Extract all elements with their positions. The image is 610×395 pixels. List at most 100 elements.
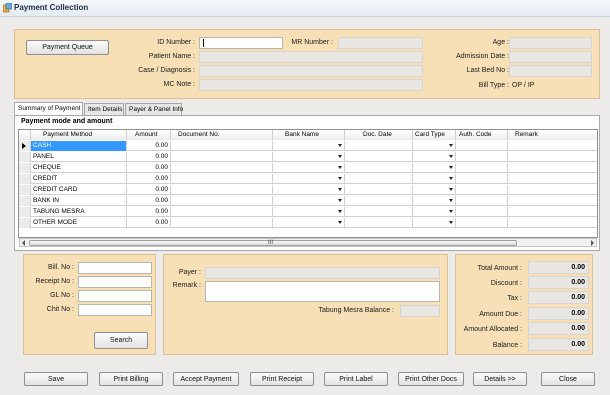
auth-code-cell[interactable] [456,141,508,151]
case-diagnosis-input[interactable] [199,65,423,77]
mc-note-input[interactable] [199,79,423,91]
dropdown-arrow-icon[interactable] [449,177,453,180]
bank-name-cell[interactable] [273,207,345,217]
bank-name-cell[interactable] [273,174,345,184]
doc-date-cell[interactable] [345,218,413,228]
document-no-cell[interactable] [171,185,273,195]
payment-method-cell[interactable]: PANEL [31,152,127,162]
print-receipt-button[interactable]: Print Receipt [250,372,314,386]
dropdown-arrow-icon[interactable] [338,155,342,158]
card-type-cell[interactable] [413,218,456,228]
table-row[interactable]: OTHER MODE 0.00 [19,218,597,228]
document-no-cell[interactable] [171,218,273,228]
amount-cell[interactable]: 0.00 [127,207,171,217]
doc-date-cell[interactable] [345,185,413,195]
col-document-no[interactable]: Document No. [171,130,273,140]
card-type-cell[interactable] [413,196,456,206]
bill-no-input[interactable] [78,262,152,274]
details-button[interactable]: Details >> [473,372,527,386]
doc-date-cell[interactable] [345,152,413,162]
payment-method-cell[interactable]: BANK IN [31,196,127,206]
remark-cell[interactable] [508,141,597,151]
mr-number-input[interactable] [338,37,423,49]
table-row[interactable]: BANK IN 0.00 [19,196,597,206]
accept-payment-button[interactable]: Accept Payment [173,372,239,386]
bank-name-cell[interactable] [273,163,345,173]
remark-cell[interactable] [508,185,597,195]
doc-date-cell[interactable] [345,207,413,217]
search-button[interactable]: Search [94,332,148,349]
card-type-cell[interactable] [413,152,456,162]
tabung-mesra-balance-input[interactable] [400,305,440,317]
col-amount[interactable]: Amount [127,130,171,140]
dropdown-arrow-icon[interactable] [449,166,453,169]
bank-name-cell[interactable] [273,218,345,228]
scroll-left-icon[interactable] [22,240,25,246]
scroll-right-icon[interactable] [591,240,594,246]
card-type-cell[interactable] [413,207,456,217]
table-row[interactable]: CASH 0.00 [19,141,597,151]
payment-method-cell[interactable]: CREDIT CARD [31,185,127,195]
table-row[interactable]: CHEQUE 0.00 [19,163,597,173]
col-remark[interactable]: Remark [508,130,597,140]
dropdown-arrow-icon[interactable] [449,199,453,202]
payer-input[interactable] [205,267,440,279]
dropdown-arrow-icon[interactable] [449,155,453,158]
amount-cell[interactable]: 0.00 [127,141,171,151]
table-row[interactable]: TABUNG MESRA 0.00 [19,207,597,217]
table-row[interactable]: CREDIT CARD 0.00 [19,185,597,195]
doc-date-cell[interactable] [345,174,413,184]
dropdown-arrow-icon[interactable] [449,188,453,191]
auth-code-cell[interactable] [456,163,508,173]
card-type-cell[interactable] [413,185,456,195]
id-number-input[interactable] [199,37,283,49]
col-auth-code[interactable]: Auth. Code [456,130,508,140]
payment-method-cell[interactable]: CASH [31,141,127,151]
amount-cell[interactable]: 0.00 [127,196,171,206]
remark-cell[interactable] [508,163,597,173]
amount-cell[interactable]: 0.00 [127,174,171,184]
amount-cell[interactable]: 0.00 [127,218,171,228]
print-label-button[interactable]: Print Label [324,372,388,386]
scroll-thumb[interactable]: III [29,240,517,246]
col-payment-method[interactable]: Payment Method [31,130,127,140]
payment-queue-button[interactable]: Payment Queue [26,40,109,55]
document-no-cell[interactable] [171,174,273,184]
document-no-cell[interactable] [171,196,273,206]
col-bank-name[interactable]: Bank Name [273,130,345,140]
gl-no-input[interactable] [78,290,152,302]
tab-item-details[interactable]: Item Details [84,103,124,115]
dropdown-arrow-icon[interactable] [338,210,342,213]
card-type-cell[interactable] [413,141,456,151]
save-button[interactable]: Save [24,372,88,386]
auth-code-cell[interactable] [456,196,508,206]
auth-code-cell[interactable] [456,152,508,162]
tab-payer-panel-info[interactable]: Payer & Panel Info [125,103,183,115]
payment-grid[interactable]: Payment Method Amount Document No. Bank … [18,129,598,238]
remark-cell[interactable] [508,196,597,206]
receipt-no-input[interactable] [78,276,152,288]
amount-cell[interactable]: 0.00 [127,163,171,173]
card-type-cell[interactable] [413,163,456,173]
document-no-cell[interactable] [171,152,273,162]
close-button[interactable]: Close [541,372,595,386]
dropdown-arrow-icon[interactable] [449,210,453,213]
admission-date-input[interactable] [509,51,592,63]
amount-cell[interactable]: 0.00 [127,152,171,162]
dropdown-arrow-icon[interactable] [338,188,342,191]
horizontal-scrollbar[interactable]: III [19,238,597,247]
print-billing-button[interactable]: Print Billing [99,372,163,386]
auth-code-cell[interactable] [456,207,508,217]
card-type-cell[interactable] [413,174,456,184]
dropdown-arrow-icon[interactable] [338,166,342,169]
patient-name-input[interactable] [199,51,423,63]
document-no-cell[interactable] [171,141,273,151]
dropdown-arrow-icon[interactable] [338,199,342,202]
auth-code-cell[interactable] [456,174,508,184]
doc-date-cell[interactable] [345,163,413,173]
doc-date-cell[interactable] [345,196,413,206]
remark-input[interactable] [205,281,440,302]
tab-summary-of-payment[interactable]: Summary of Payment [14,102,83,116]
dropdown-arrow-icon[interactable] [449,144,453,147]
payment-method-cell[interactable]: CREDIT [31,174,127,184]
